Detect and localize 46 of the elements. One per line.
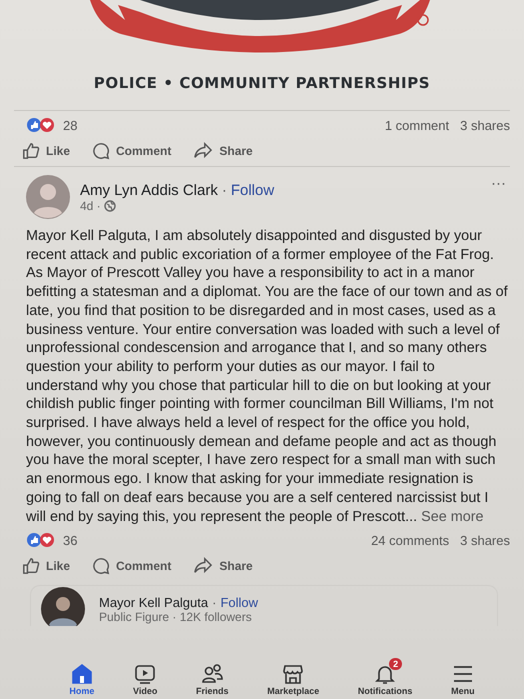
share-button[interactable]: Share: [193, 138, 253, 164]
nav-tab[interactable]: Friends: [194, 657, 231, 699]
friends-icon: [201, 663, 224, 685]
author-name[interactable]: Amy Lyn Addis Clark: [80, 182, 218, 198]
follow-link[interactable]: Follow: [220, 594, 258, 610]
nav-tab[interactable]: Video: [131, 657, 160, 699]
globe-icon: [104, 200, 116, 212]
post-time: 4d ·: [80, 198, 101, 212]
like-icon: [22, 142, 40, 160]
home-icon: [70, 663, 93, 685]
comment-icon: [92, 557, 110, 576]
page-card[interactable]: Mayor Kell Palguta · Follow Public Figure · 12K followers: [30, 585, 498, 626]
nav-tab[interactable]: Marketplace: [265, 657, 322, 699]
comment-button[interactable]: Comment: [92, 138, 172, 164]
nav-tab[interactable]: Menu: [449, 657, 477, 699]
page-subtitle: Public Figure · 12K followers: [99, 610, 253, 624]
avatar[interactable]: [26, 175, 70, 219]
store-icon: [282, 663, 304, 685]
like-icon: [22, 557, 40, 576]
nav-tab[interactable]: Home: [67, 657, 96, 699]
share-icon: [193, 142, 214, 160]
video-icon: [134, 663, 156, 685]
avatar: [41, 587, 85, 626]
separator: ·: [222, 182, 227, 198]
menu-icon: [452, 663, 474, 685]
share-button[interactable]: Share: [193, 553, 253, 580]
follow-link[interactable]: Follow: [230, 182, 274, 198]
more-button[interactable]: ···: [491, 175, 506, 192]
separator: ·: [212, 594, 216, 610]
nav-tab[interactable]: 2 Notifications: [356, 657, 414, 699]
share-count[interactable]: 3 shares: [460, 532, 510, 548]
reaction-count[interactable]: 36: [63, 532, 78, 548]
reaction-count[interactable]: 28: [63, 118, 78, 132]
comment-count[interactable]: 1 comment: [384, 118, 450, 132]
page-name[interactable]: Mayor Kell Palguta: [99, 594, 208, 610]
like-button[interactable]: Like: [22, 138, 70, 164]
comment-button[interactable]: Comment: [92, 553, 172, 580]
see-more-link[interactable]: See more: [421, 508, 484, 525]
tagline: POLICE • COMMUNITY PARTNERSHIPS: [92, 74, 432, 92]
post-text: Mayor Kell Palguta, I am absolutely disappointed and disgusted by your recent attack and public excoriation of a former employee of the Fat Frog. As Mayor of Prescott Valley you have a responsibility to act in a manor befitting a statesman and a diplomat. You are the face of our town and as of late, you find that position to be disregarded and in most cases, used as a business venture. Your entire conversation was loaded with such a level of unprofessional condescension and arrogance that I, and so many others question your ability to perform your duties as our mayor. I fail to understand why you chose that particular hill to die on but looking at your childish public finger pointing with former councilman Bill Williams, I'm not surprised. I have always held a level of respect for the office you hold, however, you continuously demean and defame people and act as though you have the moral scepter, I have zero respect for a small man with such an enormous ego. I know that asking for your immediate resignation is going to fall on deaf ears because you are a self centered narcissist but I will end by saying this, you represent the people of Prescott... See more: [26, 227, 509, 526]
share-icon: [193, 557, 214, 576]
notification-badge: 2: [389, 658, 402, 670]
comment-count[interactable]: 24 comments: [371, 532, 450, 548]
comment-icon: [92, 142, 110, 160]
share-count[interactable]: 3 shares: [460, 118, 510, 132]
like-button[interactable]: Like: [22, 553, 70, 580]
